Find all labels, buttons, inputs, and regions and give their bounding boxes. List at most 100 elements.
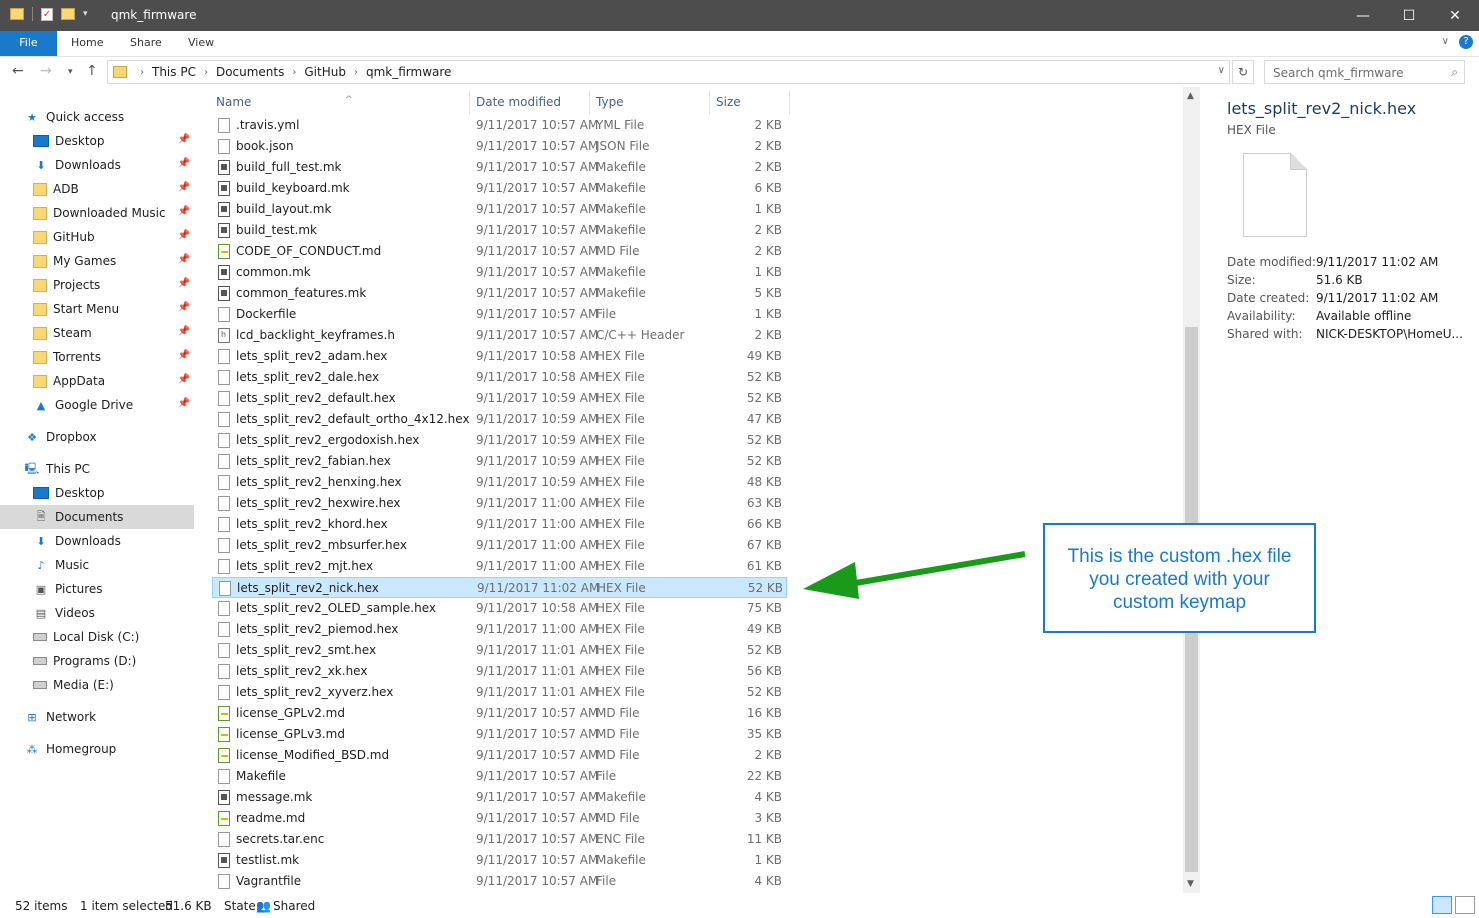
- file-row[interactable]: secrets.tar.enc 9/11/2017 10:57 AM ENC Fil…: [212, 829, 787, 850]
- file-row[interactable]: lets_split_rev2_henxing.hex 9/11/2017 10:…: [212, 472, 787, 493]
- file-row[interactable]: Vagrantfile 9/11/2017 10:57 AM File 4 KB: [212, 871, 787, 892]
- nav-item-desktop[interactable]: Desktop: [0, 481, 194, 505]
- large-icons-view-button[interactable]: [1455, 896, 1475, 914]
- file-row[interactable]: license_GPLv2.md 9/11/2017 10:57 AM MD Fil…: [212, 703, 787, 724]
- file-row[interactable]: book.json 9/11/2017 10:57 AM JSON File 2 KB: [212, 136, 787, 157]
- minimize-button[interactable]: —: [1340, 0, 1386, 31]
- recent-locations-icon[interactable]: ▾: [68, 67, 73, 77]
- pin-icon[interactable]: 📌: [178, 326, 190, 337]
- nav-item-downloads[interactable]: ⬇ Downloads: [0, 529, 194, 553]
- expand-ribbon-icon[interactable]: ∨: [1442, 36, 1449, 47]
- pin-icon[interactable]: 📌: [178, 206, 190, 217]
- breadcrumb-this-pc[interactable]: This PC: [152, 65, 196, 79]
- nav-item-this-pc[interactable]: 🖳 This PC: [0, 457, 194, 481]
- pin-icon[interactable]: 📌: [178, 134, 190, 145]
- tab-share[interactable]: Share: [116, 31, 176, 56]
- back-button[interactable]: ←: [12, 63, 24, 79]
- close-button[interactable]: ✕: [1432, 0, 1478, 31]
- new-folder-icon[interactable]: [61, 8, 75, 20]
- tab-view[interactable]: View: [174, 31, 228, 56]
- file-row[interactable]: .travis.yml 9/11/2017 10:57 AM YML File 2 K…: [212, 115, 787, 136]
- nav-item-torrents[interactable]: Torrents 📌: [0, 345, 194, 369]
- help-icon[interactable]: ?: [1459, 35, 1473, 49]
- file-row[interactable]: lets_split_rev2_default.hex 9/11/2017 10:…: [212, 388, 787, 409]
- nav-item-downloaded-music[interactable]: Downloaded Music 📌: [0, 201, 194, 225]
- chevron-right-icon[interactable]: ›: [140, 67, 144, 78]
- file-row[interactable]: message.mk 9/11/2017 10:57 AM Makefile 4 KB: [212, 787, 787, 808]
- pin-icon[interactable]: 📌: [178, 350, 190, 361]
- nav-item-my-games[interactable]: My Games 📌: [0, 249, 194, 273]
- nav-item-google-drive[interactable]: ▲ Google Drive 📌: [0, 393, 194, 417]
- file-row[interactable]: lets_split_rev2_khord.hex 9/11/2017 11:00…: [212, 514, 787, 535]
- nav-item-network[interactable]: ⊞ Network: [0, 705, 194, 729]
- file-row[interactable]: Makefile 9/11/2017 10:57 AM File 22 KB: [212, 766, 787, 787]
- file-row[interactable]: lets_split_rev2_piemod.hex 9/11/2017 11:0…: [212, 619, 787, 640]
- nav-item-media-e[interactable]: Media (E:): [0, 673, 194, 697]
- pin-icon[interactable]: 📌: [178, 398, 190, 409]
- vertical-scrollbar[interactable]: ▲ ▼: [1183, 87, 1200, 893]
- pin-icon[interactable]: 📌: [178, 278, 190, 289]
- refresh-button[interactable]: ↻: [1232, 60, 1254, 84]
- nav-item-steam[interactable]: Steam 📌: [0, 321, 194, 345]
- file-row[interactable]: lets_split_rev2_mbsurfer.hex 9/11/2017 11…: [212, 535, 787, 556]
- file-row[interactable]: lcd_backlight_keyframes.h 9/11/2017 10:57…: [212, 325, 787, 346]
- maximize-button[interactable]: ☐: [1386, 0, 1432, 31]
- nav-item-programs-d[interactable]: Programs (D:): [0, 649, 194, 673]
- nav-item-music[interactable]: ♪ Music: [0, 553, 194, 577]
- chevron-right-icon[interactable]: ›: [292, 67, 296, 78]
- nav-item-videos[interactable]: ▤ Videos: [0, 601, 194, 625]
- address-bar[interactable]: › This PC › Documents › GitHub › qmk_fir…: [107, 60, 1230, 84]
- nav-item-quick-access[interactable]: ★ Quick access: [0, 105, 194, 129]
- breadcrumb-github[interactable]: GitHub: [304, 65, 346, 79]
- pin-icon[interactable]: 📌: [178, 182, 190, 193]
- file-row[interactable]: build_full_test.mk 9/11/2017 10:57 AM Make…: [212, 157, 787, 178]
- properties-icon[interactable]: ✓: [41, 7, 53, 21]
- column-header-size[interactable]: Size: [710, 91, 790, 115]
- nav-item-dropbox[interactable]: ❖ Dropbox: [0, 425, 194, 449]
- file-row[interactable]: lets_split_rev2_xyverz.hex 9/11/2017 11:0…: [212, 682, 787, 703]
- file-row[interactable]: license_GPLv3.md 9/11/2017 10:57 AM MD Fil…: [212, 724, 787, 745]
- chevron-down-icon[interactable]: ∨: [1218, 65, 1225, 76]
- file-row[interactable]: common_features.mk 9/11/2017 10:57 AM Make…: [212, 283, 787, 304]
- file-row[interactable]: lets_split_rev2_fabian.hex 9/11/2017 10:5…: [212, 451, 787, 472]
- forward-button[interactable]: →: [40, 63, 52, 79]
- pin-icon[interactable]: 📌: [178, 374, 190, 385]
- details-view-button[interactable]: [1432, 896, 1452, 914]
- column-header-name[interactable]: Name ^: [210, 91, 470, 115]
- file-row[interactable]: lets_split_rev2_hexwire.hex 9/11/2017 11:…: [212, 493, 787, 514]
- nav-item-homegroup[interactable]: ⁂ Homegroup: [0, 737, 194, 761]
- nav-item-desktop[interactable]: Desktop 📌: [0, 129, 194, 153]
- nav-item-start-menu[interactable]: Start Menu 📌: [0, 297, 194, 321]
- column-header-date[interactable]: Date modified: [470, 91, 590, 115]
- file-row[interactable]: Dockerfile 9/11/2017 10:57 AM File 1 KB: [212, 304, 787, 325]
- scroll-up-icon[interactable]: ▲: [1187, 91, 1194, 101]
- file-row[interactable]: lets_split_rev2_xk.hex 9/11/2017 11:01 AM…: [212, 661, 787, 682]
- file-row[interactable]: build_keyboard.mk 9/11/2017 10:57 AM Makef…: [212, 178, 787, 199]
- file-row[interactable]: lets_split_rev2_dale.hex 9/11/2017 10:58 …: [212, 367, 787, 388]
- nav-item-documents[interactable]: 🗎 Documents: [0, 505, 194, 529]
- file-row[interactable]: lets_split_rev2_OLED_sample.hex 9/11/2017…: [212, 598, 787, 619]
- file-row[interactable]: lets_split_rev2_smt.hex 9/11/2017 11:01 A…: [212, 640, 787, 661]
- pin-icon[interactable]: 📌: [178, 254, 190, 265]
- nav-item-github[interactable]: GitHub 📌: [0, 225, 194, 249]
- customize-toolbar-icon[interactable]: ▾: [83, 9, 88, 19]
- up-button[interactable]: ↑: [86, 63, 98, 79]
- file-row[interactable]: lets_split_rev2_default_ortho_4x12.hex 9/…: [212, 409, 787, 430]
- nav-item-local-disk-c[interactable]: Local Disk (C:): [0, 625, 194, 649]
- nav-item-pictures[interactable]: ▣ Pictures: [0, 577, 194, 601]
- file-row[interactable]: lets_split_rev2_ergodoxish.hex 9/11/2017 …: [212, 430, 787, 451]
- search-input[interactable]: Search qmk_firmware ⌕: [1264, 60, 1465, 84]
- pin-icon[interactable]: 📌: [178, 302, 190, 313]
- pin-icon[interactable]: 📌: [178, 230, 190, 241]
- chevron-right-icon[interactable]: ›: [204, 67, 208, 78]
- pin-icon[interactable]: 📌: [178, 158, 190, 169]
- search-icon[interactable]: ⌕: [1451, 65, 1458, 80]
- file-row[interactable]: license_Modified_BSD.md 9/11/2017 10:57 A…: [212, 745, 787, 766]
- file-row[interactable]: lets_split_rev2_adam.hex 9/11/2017 10:58 …: [212, 346, 787, 367]
- tab-home[interactable]: Home: [57, 31, 117, 56]
- nav-item-appdata[interactable]: AppData 📌: [0, 369, 194, 393]
- file-row[interactable]: build_test.mk 9/11/2017 10:57 AM Makefile 2…: [212, 220, 787, 241]
- file-row[interactable]: build_layout.mk 9/11/2017 10:57 AM Makefil…: [212, 199, 787, 220]
- tab-file[interactable]: File: [0, 31, 57, 56]
- file-row[interactable]: common.mk 9/11/2017 10:57 AM Makefile 1 KB: [212, 262, 787, 283]
